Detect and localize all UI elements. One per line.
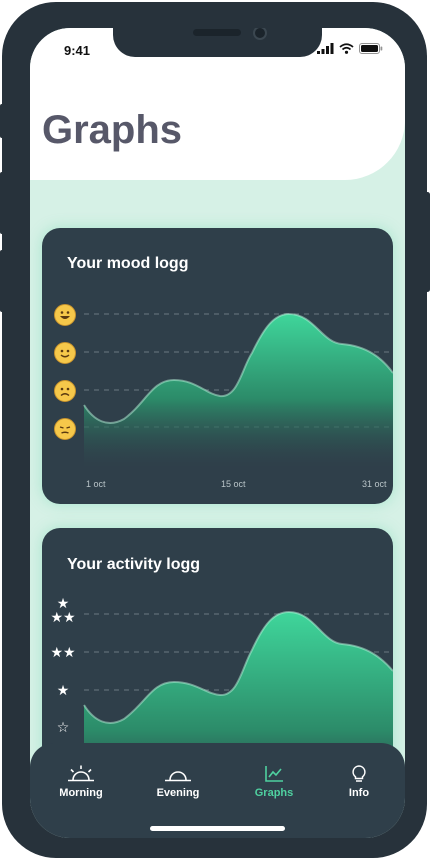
status-icons [317,43,383,54]
mood-area [84,314,393,468]
mood-chart [83,312,393,468]
very-happy-face-icon [54,304,76,326]
frowning-face-icon [54,380,76,402]
nav-item-info[interactable]: Info [314,765,404,799]
lightbulb-icon [352,765,366,782]
mood-graph-card[interactable]: Your mood logg 1 oct 15 oct 31 oct [42,228,393,504]
sad-face-icon [54,418,76,440]
phone-frame: 9:41 Graphs Your mood logg 1 oct 15 oct … [0,2,430,858]
home-indicator[interactable] [150,826,285,831]
nav-label: Morning [59,787,103,799]
notch [113,28,322,57]
speaker [193,29,241,36]
page-title: Graphs [42,108,183,152]
nav-item-evening[interactable]: Evening [133,765,223,799]
nav-label: Graphs [254,787,294,799]
x-axis-label: 1 oct [86,479,106,489]
mute-switch [0,104,4,138]
battery-icon [359,43,383,54]
volume-down-button [0,250,4,312]
camera [253,28,267,40]
one-star-rating: ★ [56,682,70,698]
nav-item-graphs[interactable]: Graphs [229,765,319,799]
status-time: 9:41 [64,43,91,58]
sunrise-icon [68,765,94,782]
empty-star-rating: ☆ [56,719,70,735]
volume-up-button [0,172,4,234]
chart-icon [265,766,283,782]
two-star-rating: ★★ [50,644,76,660]
power-button [425,192,430,292]
sunset-icon [165,771,191,782]
signal-icon [317,43,334,54]
x-axis-label: 31 oct [362,479,387,489]
nav-label: Evening [156,787,200,799]
wifi-icon [339,43,354,54]
x-axis-label: 15 oct [221,479,246,489]
smiling-face-icon [54,342,76,364]
nav-label: Info [348,787,370,799]
bottom-nav: Morning Evening Graphs Info [30,743,405,838]
nav-item-morning[interactable]: Morning [36,765,126,799]
three-star-label: ★ ★★ [50,595,76,625]
three-star-rating: ★ ★★ [48,596,78,624]
screen: 9:41 Graphs Your mood logg 1 oct 15 oct … [30,28,405,838]
